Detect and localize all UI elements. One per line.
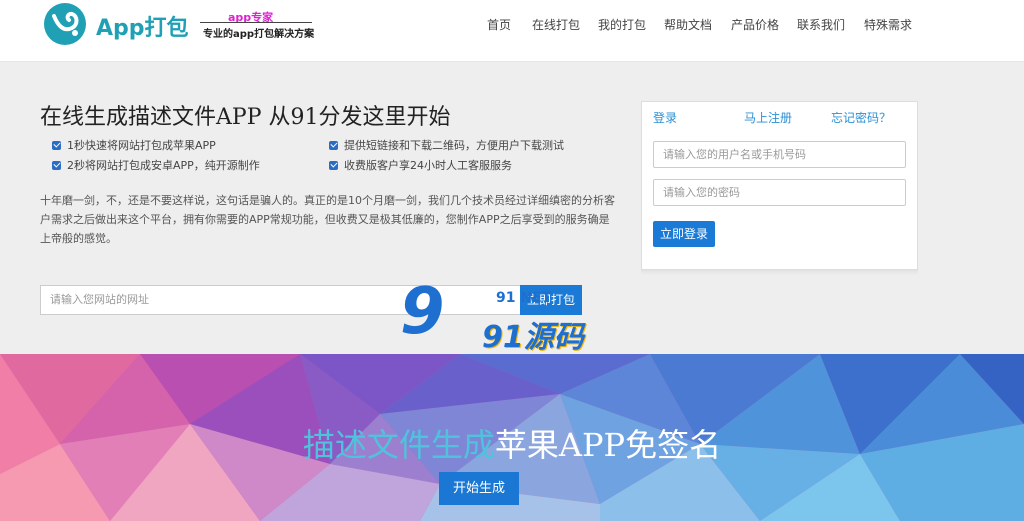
nav-my-pack[interactable]: 我的打包 — [598, 16, 646, 33]
password-input[interactable]: 请输入您的密码 — [653, 179, 906, 206]
page-headline: 在线生成描述文件APP 从91分发这里开始 — [40, 105, 451, 130]
feature-text: 提供短链接和下载二维码，方便用户下载测试 — [344, 139, 564, 152]
promo-banner: 描述文件生成苹果APP免签名 开始生成 — [0, 354, 1024, 521]
start-generate-button[interactable]: 开始生成 — [439, 472, 519, 505]
banner-title-rest: 苹果APP免签名 — [494, 426, 722, 464]
feature-text: 收费版客户享24小时人工客服服务 — [344, 159, 512, 172]
feature-item: 1秒快速将网站打包成苹果APP — [52, 137, 216, 153]
nav-special-request[interactable]: 特殊需求 — [864, 16, 912, 33]
feature-text: 1秒快速将网站打包成苹果APP — [67, 139, 216, 152]
watermark-text: 91源码 — [482, 320, 584, 355]
checkbox-icon — [52, 160, 61, 170]
watermark-logo: 9 91 NET 91源码 — [400, 280, 610, 356]
checkbox-icon — [329, 140, 338, 150]
feature-item: 2秒将网站打包成安卓APP，纯开源制作 — [52, 157, 260, 173]
checkbox-icon — [52, 140, 61, 150]
login-panel: 登录 马上注册 忘记密码？ 请输入您的用户名或手机号码 请输入您的密码 立即登录 — [641, 101, 918, 270]
login-tabs: 登录 马上注册 忘记密码？ — [642, 102, 917, 130]
panel-shadow — [641, 270, 918, 275]
username-input[interactable]: 请输入您的用户名或手机号码 — [653, 141, 906, 168]
nav-online-pack[interactable]: 在线打包 — [532, 16, 580, 33]
banner-title: 描述文件生成苹果APP免签名 — [0, 420, 1024, 466]
site-header: App打包 app专家 专业的app打包解决方案 首页 在线打包 我的打包 帮助… — [0, 0, 1024, 62]
intro-description: 十年磨一剑，不，还是不要这样说，这句话是骗人的。真正的是10个月磨一剑，我们几个… — [40, 194, 615, 245]
nav-contact[interactable]: 联系我们 — [797, 16, 845, 33]
checkbox-icon — [329, 160, 338, 170]
watermark-nine: 9 — [400, 275, 445, 349]
banner-title-highlight: 描述文件生成 — [302, 426, 495, 464]
feature-item: 提供短链接和下载二维码，方便用户下载测试 — [329, 137, 564, 153]
feature-item: 收费版客户享24小时人工客服服务 — [329, 157, 512, 173]
nav-help-docs[interactable]: 帮助文档 — [664, 16, 712, 33]
main-nav: 首页 在线打包 我的打包 帮助文档 产品价格 联系我们 特殊需求 — [0, 16, 1024, 32]
tab-register[interactable]: 马上注册 — [744, 109, 792, 126]
tab-forgot-password[interactable]: 忘记密码？ — [831, 109, 891, 126]
nav-home[interactable]: 首页 — [487, 16, 511, 33]
watermark-small-text: 91 NET — [496, 290, 552, 306]
feature-text: 2秒将网站打包成安卓APP，纯开源制作 — [67, 159, 260, 172]
nav-pricing[interactable]: 产品价格 — [731, 16, 779, 33]
tab-login[interactable]: 登录 — [653, 109, 677, 126]
login-button[interactable]: 立即登录 — [653, 221, 715, 247]
